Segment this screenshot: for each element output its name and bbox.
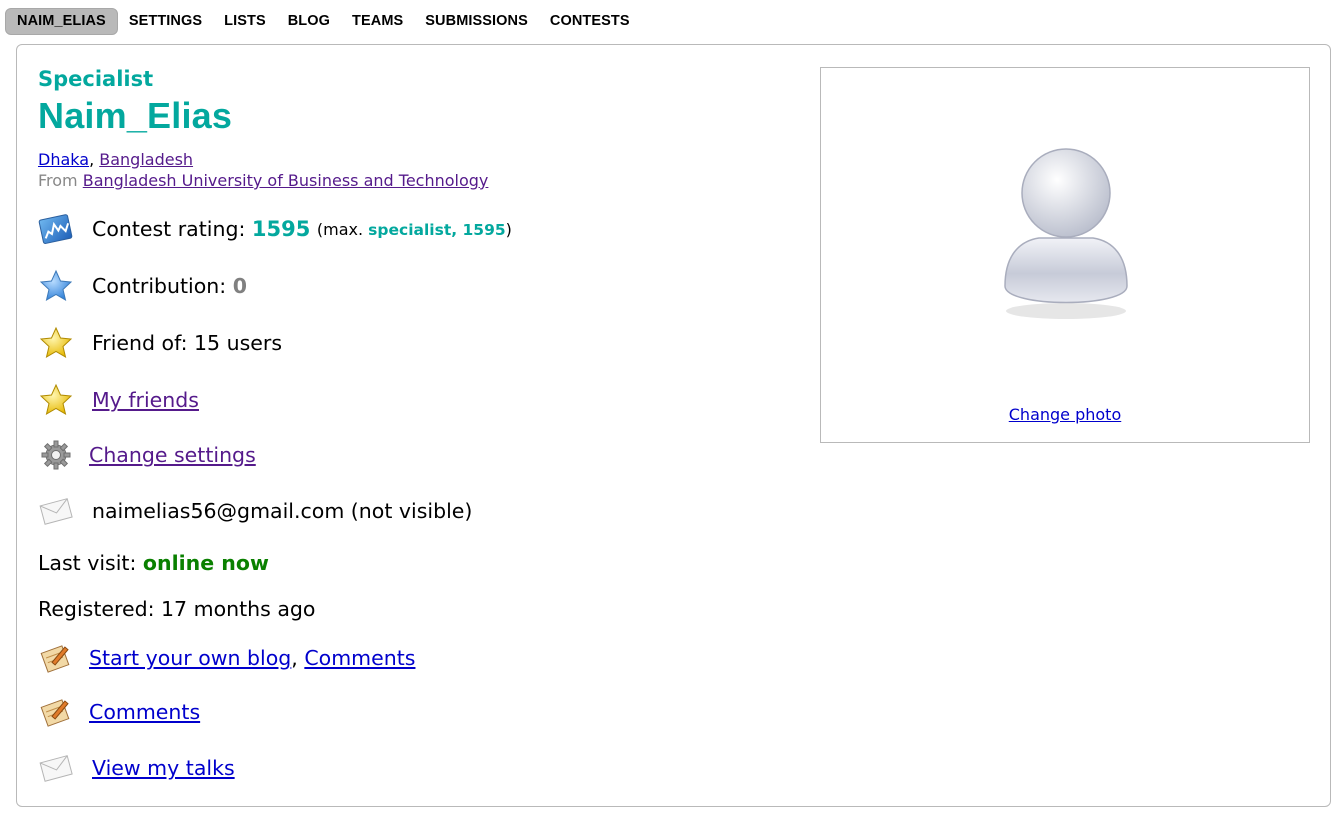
contribution-value: 0: [232, 274, 247, 298]
last-visit: Last visit: online now: [38, 551, 269, 575]
photo-box: Change photo: [820, 67, 1310, 443]
from-label: From: [38, 171, 78, 190]
contest-rating-row: Contest rating: 1595 (max. specialist, 1…: [38, 211, 512, 247]
email-row: naimelias56@gmail.com (not visible): [38, 493, 472, 529]
friend-of-text: Friend of: 15 users: [92, 331, 283, 355]
change-photo-link[interactable]: Change photo: [1009, 405, 1122, 424]
blog-note-icon: [38, 640, 74, 676]
tab-teams[interactable]: TEAMS: [341, 8, 414, 35]
user-organization: From Bangladesh University of Business a…: [38, 171, 488, 190]
user-rank: Specialist: [38, 67, 154, 91]
last-visit-value: online now: [142, 551, 269, 575]
avatar-placeholder-icon: [999, 146, 1133, 330]
change-settings-row: Change settings: [38, 437, 256, 473]
last-visit-label: Last visit:: [38, 551, 137, 575]
rating-chart-icon: [38, 211, 74, 247]
country-link[interactable]: Bangladesh: [99, 150, 193, 169]
my-friends-row: My friends: [38, 382, 199, 418]
tab-submissions[interactable]: SUBMISSIONS: [414, 8, 539, 35]
gold-star-icon: [38, 382, 74, 418]
gold-star-icon: [38, 325, 74, 361]
rating-max-prefix: (max.: [316, 219, 364, 239]
user-location: Dhaka, Bangladesh: [38, 150, 194, 169]
view-talks-link[interactable]: View my talks: [92, 756, 235, 780]
tab-blog[interactable]: BLOG: [277, 8, 341, 35]
start-blog-link[interactable]: Start your own blog: [89, 646, 291, 670]
change-photo: Change photo: [821, 405, 1309, 424]
blue-star-icon: [38, 268, 74, 304]
tab-lists[interactable]: LISTS: [213, 8, 277, 35]
change-settings-link[interactable]: Change settings: [89, 443, 256, 467]
user-handle: Naim_Elias: [38, 95, 233, 136]
tab-profile[interactable]: NAIM_ELIAS: [5, 7, 118, 35]
blog-comments-link[interactable]: Comments: [304, 646, 415, 670]
envelope-icon: [38, 493, 74, 529]
contribution-label: Contribution:: [92, 274, 227, 298]
envelope-icon: [38, 750, 74, 786]
email-text: naimelias56@gmail.com (not visible): [92, 499, 473, 523]
organization-link[interactable]: Bangladesh University of Business and Te…: [83, 171, 489, 190]
rating-label: Contest rating:: [92, 217, 246, 241]
gear-icon: [38, 437, 74, 473]
rating-value: 1595: [251, 217, 311, 241]
contribution-row: Contribution: 0: [38, 268, 247, 304]
talks-row: View my talks: [38, 750, 235, 786]
top-nav: NAIM_ELIAS SETTINGS LISTS BLOG TEAMS SUB…: [5, 7, 641, 35]
comments-row: Comments: [38, 694, 200, 730]
tab-settings[interactable]: SETTINGS: [118, 8, 213, 35]
city-link[interactable]: Dhaka: [38, 150, 89, 169]
rating-max-value: specialist, 1595: [368, 220, 506, 239]
tab-contests[interactable]: CONTESTS: [539, 8, 641, 35]
registered-text: Registered: 17 months ago: [38, 597, 316, 621]
comments-link[interactable]: Comments: [89, 700, 200, 724]
blog-note-icon: [38, 694, 74, 730]
blog-row: Start your own blog, Comments: [38, 640, 415, 676]
my-friends-link[interactable]: My friends: [92, 388, 199, 412]
friend-of-row: Friend of: 15 users: [38, 325, 282, 361]
